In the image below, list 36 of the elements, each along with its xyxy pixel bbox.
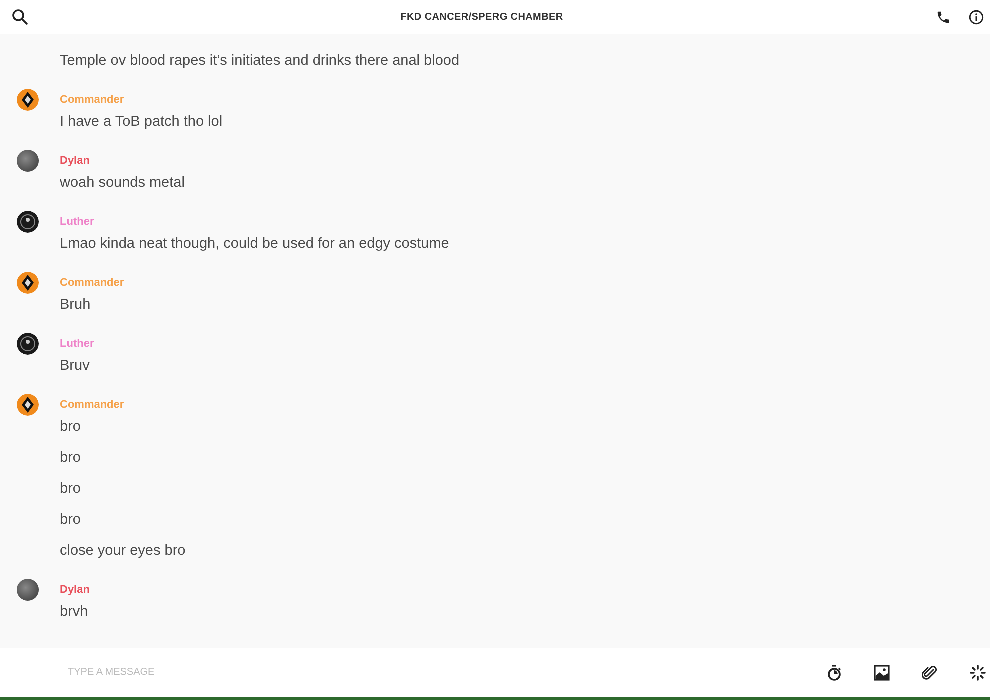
- author-name: Dylan: [60, 154, 91, 168]
- avatar-emblem-icon: [17, 394, 39, 416]
- message-text: Temple ov blood rapes it’s initiates and drinks there anal blood: [60, 52, 460, 71]
- author-name: Commander: [60, 276, 124, 290]
- avatar-emblem-icon: [17, 272, 39, 294]
- message-text: bro: [60, 511, 82, 530]
- message-text: close your eyes bro: [60, 542, 186, 561]
- message-text: Bruv: [60, 357, 91, 376]
- avatar-emblem-icon: [17, 89, 39, 111]
- author-name: Commander: [60, 93, 126, 107]
- message-text: woah sounds metal: [60, 174, 185, 193]
- search-icon[interactable]: [12, 9, 28, 25]
- message-composer[interactable]: TYPE A MESSAGE: [0, 648, 990, 700]
- message-text: Lmao kinda neat though, could be used for an edgy costume: [60, 235, 450, 254]
- phone-icon[interactable]: [936, 10, 951, 24]
- avatar-photo-placeholder: [17, 150, 39, 172]
- chat-title: FKD CANCER/SPERG CHAMBER: [400, 12, 564, 22]
- message-text: Bruh: [60, 296, 92, 315]
- info-icon[interactable]: [969, 10, 984, 24]
- message-text: bro: [60, 418, 82, 437]
- message-text: bro: [60, 449, 82, 468]
- stopwatch-icon[interactable]: [827, 664, 842, 680]
- avatar-photo-placeholder: [17, 579, 39, 601]
- image-icon[interactable]: [874, 664, 890, 680]
- spinner-icon[interactable]: [970, 664, 986, 680]
- avatar-dark-icon: [17, 211, 39, 233]
- message-text: I have a ToB patch tho lol: [60, 113, 223, 132]
- author-name: Luther: [60, 337, 94, 351]
- author-name: Dylan: [60, 583, 90, 597]
- message-text: bro: [60, 480, 82, 499]
- author-name: Luther: [60, 215, 96, 229]
- author-name: Commander: [60, 398, 126, 412]
- message-text: brvh: [60, 603, 90, 622]
- paperclip-icon[interactable]: [922, 664, 938, 680]
- message-input[interactable]: TYPE A MESSAGE: [68, 662, 827, 682]
- avatar-dark-icon: [17, 333, 39, 355]
